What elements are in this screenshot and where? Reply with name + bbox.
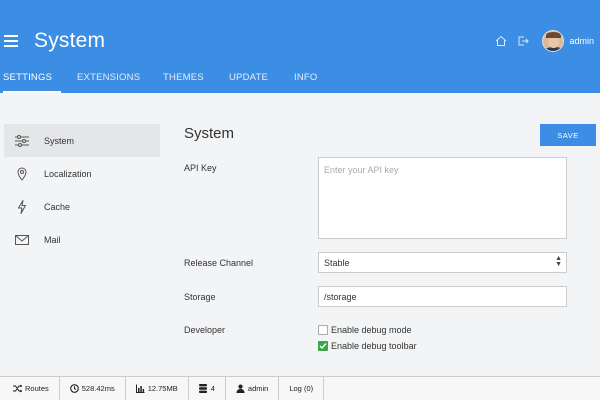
lightning-icon xyxy=(14,199,30,215)
tab-extensions[interactable]: Extensions xyxy=(77,64,140,93)
debugbar-user[interactable]: admin xyxy=(226,377,280,400)
sliders-icon xyxy=(14,133,30,149)
debugbar-memory[interactable]: 12.75MB xyxy=(126,377,189,400)
tab-update[interactable]: Update xyxy=(229,64,268,93)
debug-mode-label: Enable debug mode xyxy=(331,325,412,335)
debug-toolbar-checkbox[interactable] xyxy=(318,341,328,351)
debugbar-time-value: 528.42ms xyxy=(81,384,115,393)
hamburger-menu-icon[interactable] xyxy=(4,35,18,47)
debug-mode-option[interactable]: Enable debug mode xyxy=(318,325,412,335)
user-icon xyxy=(236,384,245,393)
tab-themes[interactable]: Themes xyxy=(163,64,204,93)
settings-sidebar: System Localization Cache Mail xyxy=(4,124,160,256)
sidebar-item-label: Cache xyxy=(44,201,71,212)
sidebar-item-localization[interactable]: Localization xyxy=(4,157,160,190)
app-header: System admin Settings Extensions Themes … xyxy=(0,0,600,93)
app-title: System xyxy=(34,29,106,52)
clock-icon xyxy=(69,384,79,393)
api-key-field[interactable] xyxy=(318,157,567,239)
username[interactable]: admin xyxy=(569,36,594,46)
header-actions: admin xyxy=(494,29,600,53)
debug-mode-checkbox[interactable] xyxy=(318,325,328,335)
debugbar-memory-value: 12.75MB xyxy=(147,384,178,393)
debug-toolbar-label: Enable debug toolbar xyxy=(331,341,417,351)
home-icon[interactable] xyxy=(494,34,508,48)
debugbar-queries-count: 4 xyxy=(210,384,215,393)
debugbar-time[interactable]: 528.42ms xyxy=(60,377,126,400)
save-button[interactable]: SAVE xyxy=(540,124,596,146)
storage-label: Storage xyxy=(184,292,216,302)
debugbar-user-name: admin xyxy=(247,384,269,393)
developer-label: Developer xyxy=(184,325,226,335)
tab-settings[interactable]: Settings xyxy=(3,64,61,93)
release-channel-select[interactable]: Stable ▲ ▼ xyxy=(318,252,567,273)
sidebar-item-label: System xyxy=(44,135,75,146)
debug-toolbar: Routes 528.42ms 12.75MB 4 admin Log (0) xyxy=(0,376,600,400)
sidebar-item-system[interactable]: System xyxy=(4,124,160,157)
release-channel-label: Release Channel xyxy=(184,258,254,268)
storage-input[interactable] xyxy=(318,286,567,307)
debugbar-log-label: Log (0) xyxy=(289,384,314,393)
envelope-icon xyxy=(14,232,30,248)
memory-chart-icon xyxy=(135,384,145,393)
debugbar-routes-label: Routes xyxy=(25,384,49,393)
sidebar-item-cache[interactable]: Cache xyxy=(4,190,160,223)
select-arrows-icon: ▲ ▼ xyxy=(555,255,562,268)
debug-toolbar-option[interactable]: Enable debug toolbar xyxy=(318,341,417,351)
logout-icon[interactable] xyxy=(516,34,530,48)
page-title: System xyxy=(184,125,235,142)
sidebar-item-mail[interactable]: Mail xyxy=(4,223,160,256)
shuffle-icon xyxy=(13,384,22,393)
debugbar-log[interactable]: Log (0) xyxy=(279,377,325,400)
debugbar-routes[interactable]: Routes xyxy=(0,377,60,400)
sidebar-item-label: Mail xyxy=(44,234,61,245)
checkmark-icon xyxy=(319,343,327,350)
release-channel-value: Stable xyxy=(324,258,350,268)
api-key-label: API Key xyxy=(184,163,217,173)
avatar[interactable] xyxy=(542,30,565,52)
debugbar-queries[interactable]: 4 xyxy=(189,377,226,400)
tab-info[interactable]: Info xyxy=(294,64,318,93)
sidebar-item-label: Localization xyxy=(44,168,92,179)
database-icon xyxy=(199,384,208,393)
location-pin-icon xyxy=(14,166,30,182)
